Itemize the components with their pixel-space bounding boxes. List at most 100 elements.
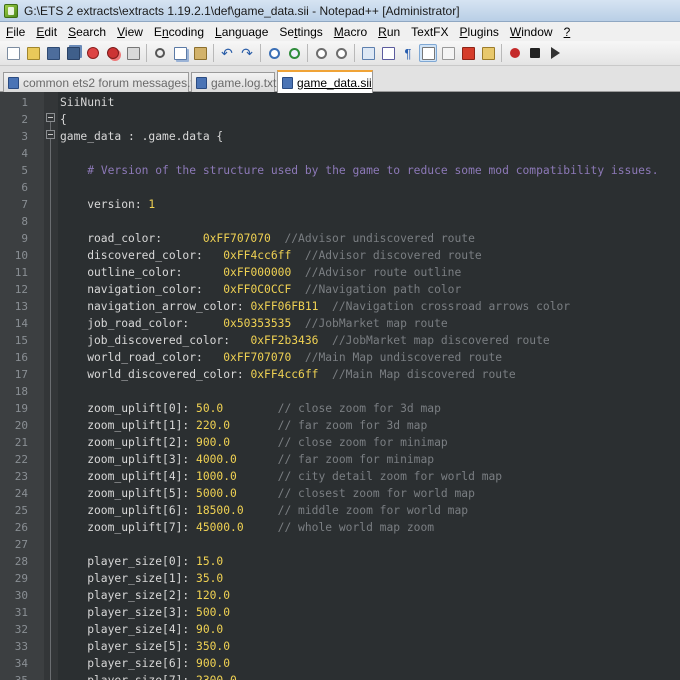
undo-button[interactable]: ↶: [218, 44, 236, 62]
menu-item-help[interactable]: ?: [558, 25, 576, 39]
code-line[interactable]: 18: [0, 383, 680, 400]
redo-button[interactable]: ↷: [238, 44, 256, 62]
code-text: SiiNunit: [60, 94, 114, 111]
code-token: zoom_uplift[0]:: [60, 402, 197, 415]
code-line[interactable]: 13 navigation_arrow_color: 0xFF06FB11 //…: [0, 298, 680, 315]
editor[interactable]: 1 SiiNunit 2{3 game_data : .game.data {4 5 #…: [0, 92, 680, 680]
code-line[interactable]: 8: [0, 213, 680, 230]
code-line[interactable]: 1 SiiNunit: [0, 94, 680, 111]
code-line[interactable]: 10 discovered_color: 0xFF4cc6ff //Adviso…: [0, 247, 680, 264]
menu-item-run[interactable]: Run: [372, 25, 405, 39]
menu-item-textfx[interactable]: TextFX: [405, 25, 453, 39]
code-line[interactable]: 12 navigation_color: 0xFF0C0CCF //Naviga…: [0, 281, 680, 298]
stop-macro-button[interactable]: [526, 44, 544, 62]
zoom-out-button[interactable]: [332, 44, 350, 62]
code-line[interactable]: 5 # Version of the structure used by the…: [0, 162, 680, 179]
tab-common-ets2-forum-messages-txt[interactable]: common ets2 forum messages.txt: [3, 72, 203, 92]
menu-item-plugins[interactable]: Plugins: [454, 25, 504, 39]
menu-item-edit[interactable]: Edit: [30, 25, 62, 39]
code-text: outline_color: 0xFF000000 //Advisor rout…: [60, 264, 461, 281]
code-line[interactable]: 11 outline_color: 0xFF000000 //Advisor r…: [0, 264, 680, 281]
copy-button[interactable]: [171, 44, 189, 62]
code-line[interactable]: 28 player_size[0]: 15.0: [0, 553, 680, 570]
function-list-icon: [461, 46, 475, 60]
code-line[interactable]: 20 zoom_uplift[1]: 220.0 // far zoom for…: [0, 417, 680, 434]
line-number: 18: [14, 385, 28, 398]
menu-item-macro[interactable]: Macro: [328, 25, 372, 39]
comment-token: //Main Map undiscovered route: [291, 351, 503, 364]
code-line[interactable]: 27: [0, 536, 680, 553]
code-text: job_road_color: 0x50353535 //JobMarket m…: [60, 315, 447, 332]
code-line[interactable]: 29 player_size[1]: 35.0: [0, 570, 680, 587]
close-button[interactable]: [84, 44, 102, 62]
show-all-characters-button[interactable]: ¶: [399, 44, 417, 62]
folder-workspace-button[interactable]: [479, 44, 497, 62]
save-all-button[interactable]: [64, 44, 82, 62]
menu-item-window[interactable]: Window: [504, 25, 558, 39]
code-line[interactable]: 21 zoom_uplift[2]: 900.0 // close zoom f…: [0, 434, 680, 451]
code-line[interactable]: 25 zoom_uplift[6]: 18500.0 // middle zoo…: [0, 502, 680, 519]
menu-item-language[interactable]: Language: [209, 25, 273, 39]
menu-item-search[interactable]: Search: [62, 25, 111, 39]
function-list-button[interactable]: [459, 44, 477, 62]
save-button[interactable]: [44, 44, 62, 62]
indent-guide-button[interactable]: [419, 44, 437, 62]
code-line[interactable]: 16 world_road_color: 0xFF707070 //Main M…: [0, 349, 680, 366]
code-line[interactable]: 33 player_size[5]: 350.0: [0, 638, 680, 655]
user-language-button[interactable]: [439, 44, 457, 62]
menu-item-file[interactable]: File: [0, 25, 30, 39]
replace-button[interactable]: [285, 44, 303, 62]
code-line[interactable]: 17 world_discovered_color: 0xFF4cc6ff //…: [0, 366, 680, 383]
code-line[interactable]: 7 version: 1: [0, 196, 680, 213]
code-line[interactable]: 22 zoom_uplift[3]: 4000.0 // far zoom fo…: [0, 451, 680, 468]
code-line[interactable]: 32 player_size[4]: 90.0: [0, 621, 680, 638]
comment-token: //Advisor discovered route: [291, 249, 482, 262]
code-line[interactable]: 24 zoom_uplift[5]: 5000.0 // closest zoo…: [0, 485, 680, 502]
code-line[interactable]: 34 player_size[6]: 900.0: [0, 655, 680, 672]
word-wrap-button[interactable]: [379, 44, 397, 62]
line-number: 7: [21, 198, 28, 211]
code-line[interactable]: 6: [0, 179, 680, 196]
code-line[interactable]: 2{: [0, 111, 680, 128]
code-line[interactable]: 15 job_discovered_color: 0xFF2b3436 //Jo…: [0, 332, 680, 349]
new-file-button[interactable]: [4, 44, 22, 62]
code-text: player_size[5]: 350.0: [60, 638, 230, 655]
comment-token: //Advisor route outline: [291, 266, 462, 279]
menu-item-settings[interactable]: Settings: [273, 25, 327, 39]
code-line[interactable]: 9 road_color: 0xFF707070 //Advisor undis…: [0, 230, 680, 247]
tab-game-log-txt[interactable]: game.log.txt: [191, 72, 277, 92]
code-line[interactable]: 4: [0, 145, 680, 162]
print-button[interactable]: [124, 44, 142, 62]
sync-scroll-button[interactable]: [359, 44, 377, 62]
code-line[interactable]: 26 zoom_uplift[7]: 45000.0 // whole worl…: [0, 519, 680, 536]
code-line[interactable]: 23 zoom_uplift[4]: 1000.0 // city detail…: [0, 468, 680, 485]
code-line[interactable]: 35 player_size[7]: 2300.0: [0, 672, 680, 680]
cut-button[interactable]: [151, 44, 169, 62]
code-text: version: 1: [60, 196, 155, 213]
tab-label: game.log.txt: [211, 75, 277, 90]
menu-item-encoding[interactable]: Encoding: [148, 25, 209, 39]
close-all-button[interactable]: [104, 44, 122, 62]
tab-bar: common ets2 forum messages.txt game.log.t…: [0, 66, 680, 93]
code-text: player_size[2]: 120.0: [60, 587, 230, 604]
menu-item-view[interactable]: View: [111, 25, 148, 39]
record-macro-button[interactable]: [506, 44, 524, 62]
code-text: world_discovered_color: 0xFF4cc6ff //Mai…: [60, 366, 516, 383]
code-line[interactable]: 3 game_data : .game.data {: [0, 128, 680, 145]
value-token: 0xFF4cc6ff: [223, 249, 292, 262]
code-line[interactable]: 31 player_size[3]: 500.0: [0, 604, 680, 621]
paste-button[interactable]: [191, 44, 209, 62]
zoom-in-button[interactable]: [312, 44, 330, 62]
code-line[interactable]: 19 zoom_uplift[0]: 50.0 // close zoom fo…: [0, 400, 680, 417]
find-button[interactable]: [265, 44, 283, 62]
code-text: zoom_uplift[5]: 5000.0 // closest zoom f…: [60, 485, 475, 502]
tab-game-data-sii[interactable]: game_data.sii: [277, 70, 373, 93]
open-file-button[interactable]: [24, 44, 42, 62]
line-number: 34: [14, 657, 28, 670]
comment-token: // city detail zoom for world map: [236, 470, 503, 483]
code-line[interactable]: 14 job_road_color: 0x50353535 //JobMarke…: [0, 315, 680, 332]
play-macro-button[interactable]: [546, 44, 564, 62]
code-token: player_size[7]:: [60, 674, 196, 680]
code-line[interactable]: 30 player_size[2]: 120.0: [0, 587, 680, 604]
comment-token: // middle zoom for world map: [243, 504, 469, 517]
